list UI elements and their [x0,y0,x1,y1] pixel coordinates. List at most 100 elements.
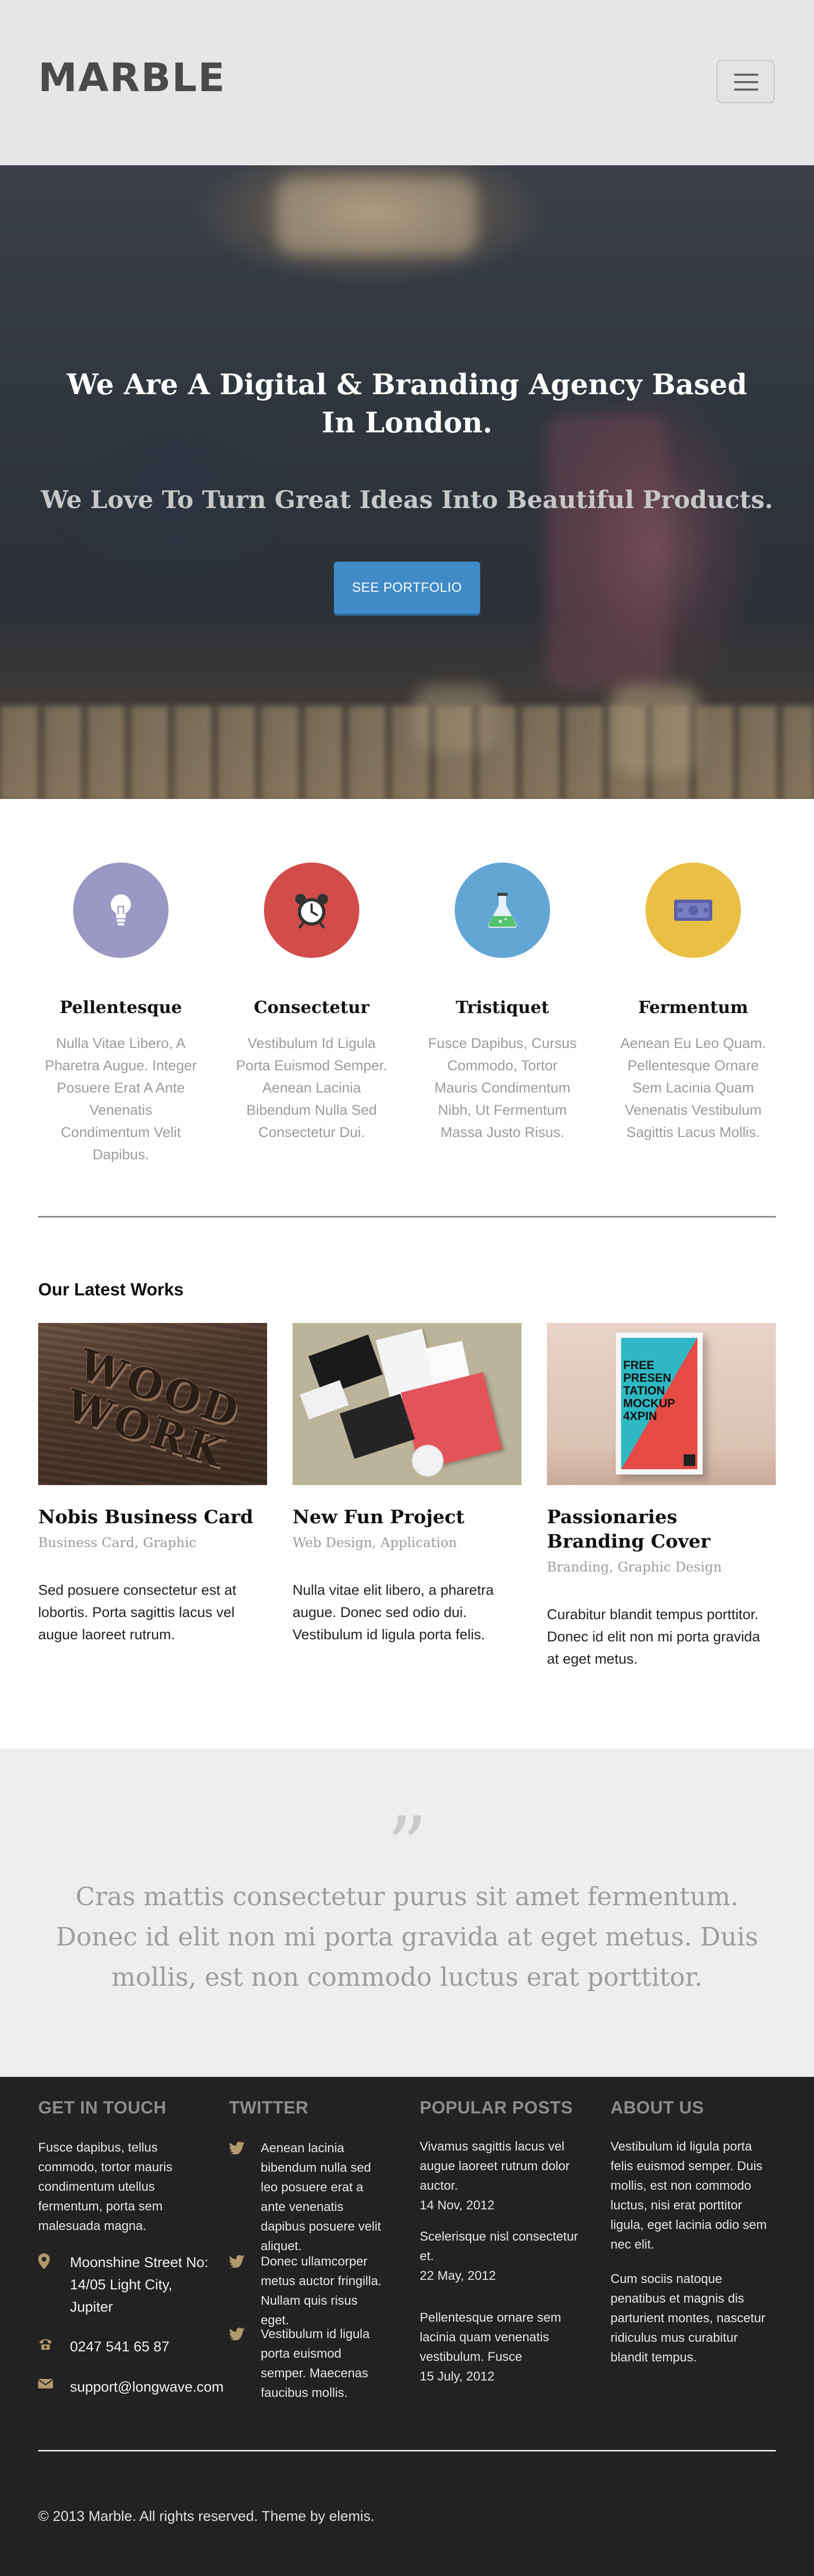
footer-contact-text: Fusce dapibus, tellus commodo, tortor ma… [38,2140,173,2233]
poster: FREE PRESEN TATION MOCKUP 4XPIN [616,1333,703,1474]
popular-post[interactable]: Scelerisque nisl consectetur et. 22 May,… [420,2227,595,2286]
section-divider [38,1216,776,1218]
hero-section: We Are A Digital & Branding Agency Based… [0,165,814,799]
phone-text[interactable]: 0247 541 65 87 [70,2335,218,2358]
poster-logo [684,1454,695,1466]
work-category: Web Design, Application [293,1535,457,1550]
footer-posts-column: POPULAR POSTS [420,2098,579,2118]
work-title[interactable]: Passionaries Branding Cover [547,1505,776,1554]
work-item[interactable]: WOOD WORK Nobis Business Card Business C… [38,1323,267,1646]
feature-text: Nulla Vitae Libero, A Pharetra Augue. In… [45,1035,197,1162]
feature-icon-circle [264,863,359,958]
flask-icon [488,893,517,928]
twitter-bird-icon [229,2328,245,2340]
work-title[interactable]: New Fun Project [293,1505,521,1530]
about-text: Cum sociis natoque penatibus et magnis d… [610,2272,766,2365]
work-title[interactable]: Nobis Business Card [38,1505,267,1530]
testimonial-section: ” Cras mattis consectetur purus sit amet… [0,1748,814,2077]
twitter-bird-icon [229,2142,245,2154]
poster-line: MOCKUP [623,1397,675,1410]
footer-divider [38,2450,776,2451]
hamburger-icon [734,74,758,76]
money-icon [674,900,712,921]
feature-text: Aenean Eu Leo Quam. Pellentesque Ornare … [620,1035,766,1140]
hero-background-shape [276,176,477,255]
feature-title: Pellentesque [59,997,182,1017]
footer-heading: POPULAR POSTS [420,2098,573,2117]
poster-line: 4XPIN [623,1409,657,1423]
menu-toggle-button[interactable] [716,60,775,103]
about-text: Vestibulum id ligula porta felis euismod… [610,2139,767,2252]
tweet-item: Vestibulum id ligula porta euismod sempe… [229,2324,383,2403]
work-thumbnail[interactable]: FREE PRESEN TATION MOCKUP 4XPIN [547,1323,776,1485]
tweet-item: Donec ullamcorper metus auctor fringilla… [229,2252,383,2330]
twitter-bird-icon [229,2255,245,2268]
footer-about-column: ABOUT US [610,2098,769,2118]
feature-item: Pellentesque Nulla Vitae Libero, A Phare… [41,863,200,1166]
features-section: Pellentesque Nulla Vitae Libero, A Phare… [0,799,814,1218]
feature-item: Consectetur Vestibulum Id Ligula Porta E… [232,863,391,1143]
popular-post[interactable]: Pellentesque ornare sem lacinia quam ven… [420,2308,595,2386]
tweet-text: Vestibulum id ligula porta euismod sempe… [261,2327,370,2400]
quote-icon: ” [386,1800,428,1893]
poster-line: FREE [623,1358,654,1372]
post-date: 14 Nov, 2012 [420,2198,494,2213]
address-text: Moonshine Street No: 14/05 Light City, J… [70,2254,209,2315]
hero-background-shape [546,414,668,690]
poster-text: FREE PRESEN TATION MOCKUP 4XPIN [623,1359,675,1423]
feature-icon-circle [73,863,169,958]
poster-line: TATION [623,1384,665,1397]
email-link[interactable]: support@longwave.com [70,2376,229,2398]
hamburger-icon [734,88,758,91]
work-description: Curabitur blandit tempus porttitor. Done… [547,1606,760,1667]
site-logo[interactable]: MARBLE [38,58,226,97]
post-title[interactable]: Scelerisque nisl consectetur et. [420,2227,595,2266]
feature-item: Fermentum Aenean Eu Leo Quam. Pellentesq… [614,863,773,1143]
feature-item: Tristiquet Fusce Dapibus, Cursus Commodo… [423,863,582,1143]
footer-heading: GET IN TOUCH [38,2098,166,2117]
footer-contact-column: GET IN TOUCH Fusce dapibus, tellus commo… [38,2098,197,2236]
work-thumbnail[interactable]: WOOD WORK [38,1323,267,1485]
feature-title: Tristiquet [455,997,550,1017]
hero-background-keyboard [0,706,814,799]
feature-text: Fusce Dapibus, Cursus Commodo, Tortor Ma… [428,1035,577,1140]
copyright-text: © 2013 Marble. All rights reserved. Them… [38,2508,375,2524]
work-category: Branding, Graphic Design [547,1559,722,1575]
contact-address: Moonshine Street No: 14/05 Light City, J… [38,2251,218,2318]
poster-line: PRESEN [623,1371,671,1384]
post-date: 22 May, 2012 [420,2269,496,2283]
work-item[interactable]: FREE PRESEN TATION MOCKUP 4XPIN Passiona… [547,1323,776,1670]
footer-heading: ABOUT US [610,2098,704,2117]
work-description: Sed posuere consectetur est at lobortis.… [38,1582,236,1642]
work-thumbnail[interactable] [293,1323,521,1485]
footer-heading: TWITTER [229,2098,309,2117]
envelope-icon [38,2379,53,2388]
phone-icon [39,2339,52,2350]
works-heading: Our Latest Works [38,1280,184,1299]
lightbulb-icon [111,894,131,926]
post-title[interactable]: Pellentesque ornare sem lacinia quam ven… [420,2308,595,2367]
map-pin-icon [38,2253,50,2269]
mockup-disc [412,1445,444,1477]
popular-post[interactable]: Vivamus sagittis lacus vel augue laoreet… [420,2137,595,2215]
alarm-clock-icon [295,894,328,929]
work-item[interactable]: New Fun Project Web Design, Application … [293,1323,521,1646]
feature-title: Consectetur [254,997,369,1017]
work-category: Business Card, Graphic [38,1535,197,1550]
quote-text: Cras mattis consectetur purus sit amet f… [56,1882,758,1992]
post-title[interactable]: Vivamus sagittis lacus vel augue laoreet… [420,2137,595,2196]
feature-text: Vestibulum Id Ligula Porta Euismod Sempe… [236,1035,387,1140]
see-portfolio-button[interactable]: SEE PORTFOLIO [334,562,480,614]
tweet-text: Donec ullamcorper metus auctor fringilla… [261,2254,382,2328]
feature-icon-circle [455,863,550,958]
hero-subheadline: We Love To Turn Great Ideas Into Beautif… [41,485,773,514]
footer-twitter-column: TWITTER [229,2098,388,2118]
contact-email: support@longwave.com [38,2376,229,2398]
hamburger-icon [734,81,758,83]
contact-phone: 0247 541 65 87 [38,2335,218,2358]
tweet-item: Aenean lacinia bibendum nulla sed leo po… [229,2138,383,2256]
site-header: MARBLE [0,0,814,165]
work-description: Nulla vitae elit libero, a pharetra augu… [293,1582,494,1642]
feature-title: Fermentum [638,997,748,1017]
tweet-text: Aenean lacinia bibendum nulla sed leo po… [261,2141,381,2253]
